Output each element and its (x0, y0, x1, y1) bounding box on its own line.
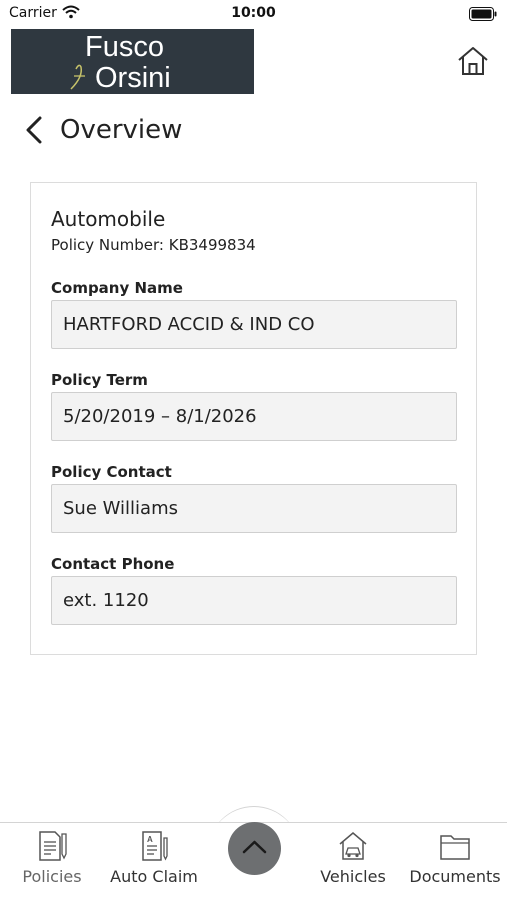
policy-contact-label: Policy Contact (51, 463, 172, 481)
svg-text:A: A (147, 835, 153, 844)
policy-number: Policy Number: KB3499834 (51, 236, 256, 254)
company-name-label: Company Name (51, 279, 183, 297)
page-title: Overview (60, 115, 183, 145)
tab-auto-claim[interactable]: A Auto Claim (106, 823, 202, 900)
documents-icon (440, 835, 470, 860)
back-navigation[interactable]: Overview (22, 110, 182, 150)
policy-term-label: Policy Term (51, 371, 148, 389)
tab-documents[interactable]: Documents (405, 823, 505, 900)
company-logo: Fusco Orsini (11, 29, 254, 94)
policy-contact-field[interactable]: Sue Williams (51, 484, 457, 533)
company-name-field[interactable]: HARTFORD ACCID & IND CO (51, 300, 457, 349)
home-button[interactable] (456, 44, 490, 78)
tab-policies[interactable]: Policies (10, 823, 94, 900)
chevron-up-icon (242, 840, 267, 854)
policies-icon (39, 831, 67, 861)
tab-vehicles-label: Vehicles (320, 867, 386, 886)
status-time: 10:00 (231, 5, 276, 21)
svg-text:Orsini: Orsini (95, 62, 171, 94)
vehicles-icon (339, 832, 367, 860)
contact-phone-label: Contact Phone (51, 555, 175, 573)
home-icon (458, 47, 488, 75)
expand-menu-button[interactable] (228, 822, 281, 875)
tab-policies-label: Policies (22, 867, 82, 886)
battery-icon (469, 6, 497, 25)
policy-type: Automobile (51, 207, 166, 231)
tab-vehicles[interactable]: Vehicles (313, 823, 393, 900)
status-bar: Carrier 10:00 (0, 0, 507, 28)
policy-card: Automobile Policy Number: KB3499834 Comp… (30, 182, 477, 655)
auto-claim-icon: A (142, 831, 168, 861)
tab-auto-claim-label: Auto Claim (110, 867, 198, 886)
contact-phone-field[interactable]: ext. 1120 (51, 576, 457, 625)
tab-documents-label: Documents (409, 867, 501, 886)
policy-term-field[interactable]: 5/20/2019 – 8/1/2026 (51, 392, 457, 441)
svg-text:Fusco: Fusco (85, 31, 164, 63)
chevron-left-icon[interactable] (22, 113, 46, 147)
